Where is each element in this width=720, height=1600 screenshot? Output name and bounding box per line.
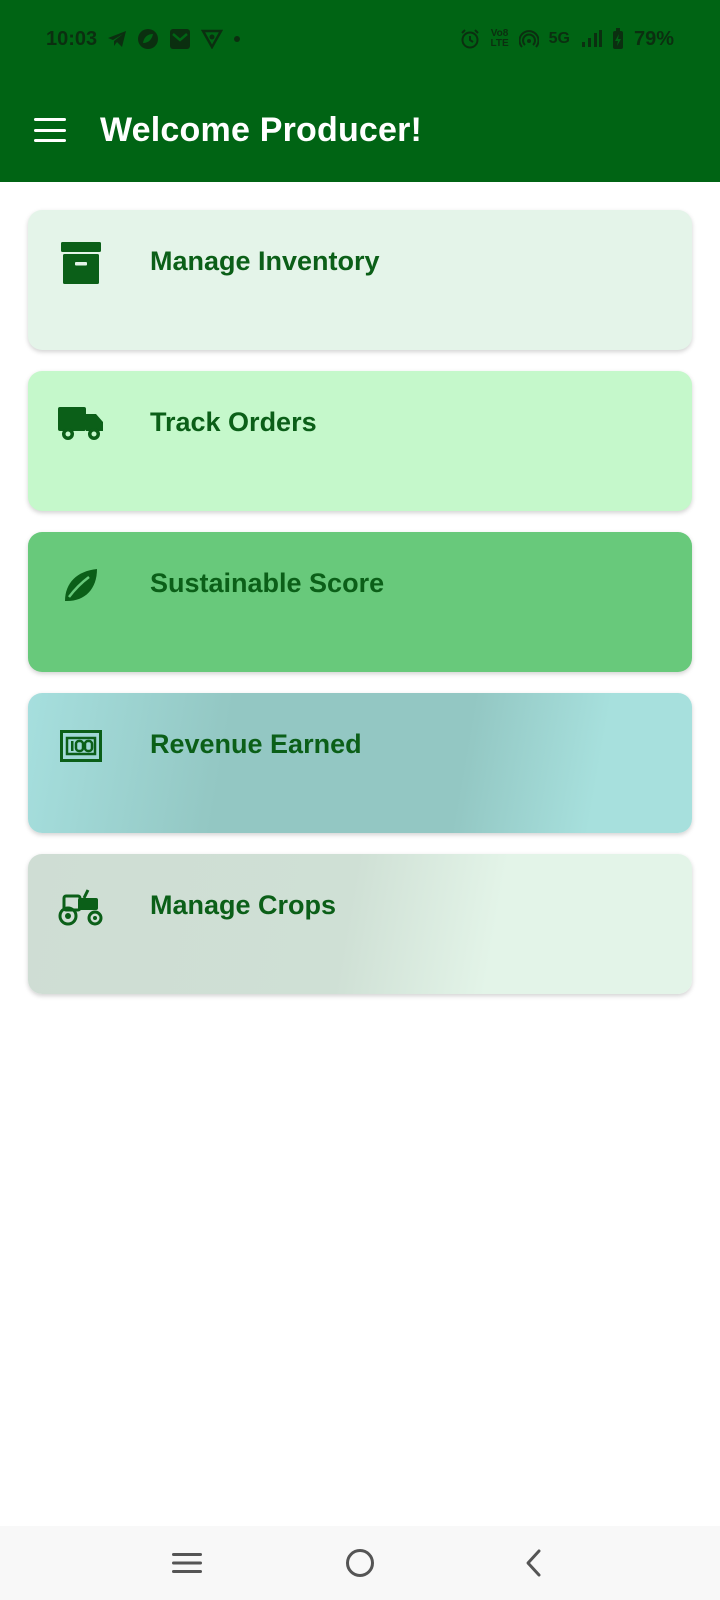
app-bar: Welcome Producer! [0, 78, 720, 182]
track-orders-card[interactable]: Track Orders [28, 371, 692, 511]
dashboard-cards: Manage Inventory Track Orders Sustainabl… [28, 210, 692, 1015]
card-label: Revenue Earned [150, 729, 362, 759]
alarm-icon [460, 29, 480, 49]
card-label: Sustainable Score [150, 568, 385, 598]
card-label: Manage Inventory [150, 246, 380, 276]
status-bar-left: 10:03 [46, 28, 241, 51]
signal-strength-icon [580, 29, 602, 49]
battery-level: 79% [633, 27, 674, 50]
truck-icon [58, 401, 104, 447]
page-title: Welcome Producer! [100, 110, 423, 149]
network-type: 5G [548, 30, 570, 47]
back-chevron-icon[interactable] [503, 1538, 563, 1588]
sustainable-score-card[interactable]: Sustainable Score [28, 532, 692, 672]
card-label: Manage Crops [150, 890, 337, 920]
leaf-icon [58, 562, 104, 608]
volte-indicator: Vo8 LTE [490, 28, 509, 49]
vpn-shield-icon [201, 29, 224, 49]
manage-crops-card[interactable]: Manage Crops [28, 854, 692, 994]
leaf-app-icon [137, 28, 159, 50]
hamburger-menu-icon[interactable] [34, 118, 66, 142]
battery-charging-icon [612, 28, 624, 50]
notification-dot-icon [233, 35, 241, 43]
status-time: 10:03 [46, 27, 98, 50]
status-bar: 10:03 Vo8 LTE 5G 79% [0, 0, 720, 78]
status-bar-right: Vo8 LTE 5G 79% [460, 28, 674, 51]
hotspot-icon [518, 29, 539, 49]
archive-box-icon [58, 240, 104, 286]
system-nav-bar [0, 1526, 720, 1600]
revenue-earned-card[interactable]: Revenue Earned [28, 693, 692, 833]
home-circle-icon[interactable] [330, 1538, 390, 1588]
manage-inventory-card[interactable]: Manage Inventory [28, 210, 692, 350]
recents-icon[interactable] [157, 1538, 217, 1588]
telegram-icon [107, 30, 127, 48]
mail-icon [169, 28, 191, 50]
money-bill-icon [58, 723, 104, 769]
tractor-icon [58, 884, 104, 930]
card-label: Track Orders [150, 407, 317, 437]
